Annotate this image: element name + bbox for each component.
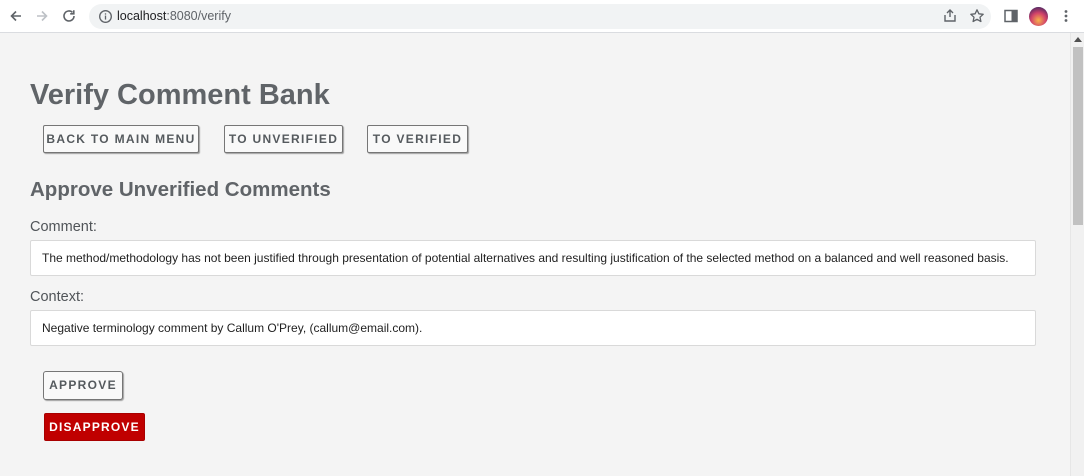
context-field[interactable]: Negative terminology comment by Callum O… xyxy=(30,310,1036,346)
comment-label: Comment: xyxy=(30,219,97,235)
url-path: :8080/verify xyxy=(166,9,231,23)
context-label: Context: xyxy=(30,289,84,305)
back-to-main-menu-button[interactable]: BACK TO MAIN MENU xyxy=(43,125,199,153)
approve-button[interactable]: APPROVE xyxy=(43,371,123,400)
disapprove-button[interactable]: DISAPPROVE xyxy=(44,413,145,441)
url-host: localhost xyxy=(117,9,167,23)
page-scrollbar[interactable] xyxy=(1070,33,1084,476)
to-verified-button[interactable]: TO VERIFIED xyxy=(367,125,468,153)
reload-icon[interactable] xyxy=(61,8,77,24)
side-panel-icon[interactable] xyxy=(1003,8,1019,24)
scroll-up-arrow-icon[interactable] xyxy=(1074,37,1082,42)
avatar[interactable] xyxy=(1029,7,1048,26)
more-vert-icon[interactable] xyxy=(1058,8,1074,24)
forward-arrow-icon[interactable] xyxy=(34,8,50,24)
back-arrow-icon[interactable] xyxy=(8,8,24,24)
to-unverified-button[interactable]: TO UNVERIFIED xyxy=(224,125,343,153)
browser-toolbar: localhost:8080/verify xyxy=(0,0,1084,33)
section-title: Approve Unverified Comments xyxy=(30,178,331,201)
address-bar[interactable]: localhost:8080/verify xyxy=(89,4,991,29)
page-title: Verify Comment Bank xyxy=(30,79,330,111)
share-icon[interactable] xyxy=(942,8,958,24)
scrollbar-thumb[interactable] xyxy=(1073,47,1083,225)
info-icon[interactable] xyxy=(98,9,113,24)
url-text: localhost:8080/verify xyxy=(117,9,231,23)
comment-field[interactable]: The method/methodology has not been just… xyxy=(30,240,1036,276)
star-icon[interactable] xyxy=(969,8,985,24)
